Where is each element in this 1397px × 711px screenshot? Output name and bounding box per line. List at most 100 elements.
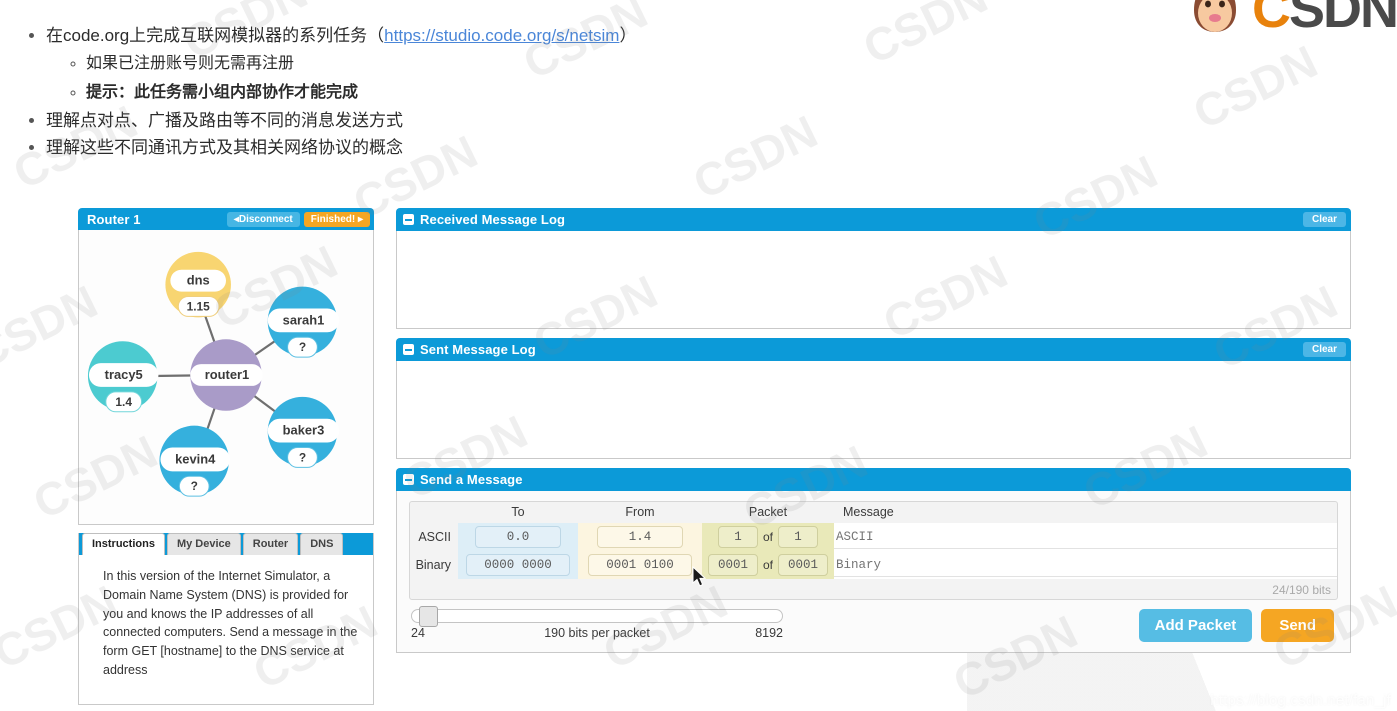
clear-received-log-button[interactable]: Clear: [1302, 212, 1346, 227]
svg-text:router1: router1: [205, 367, 249, 382]
row-label-binary: Binary: [415, 558, 451, 572]
add-packet-button[interactable]: Add Packet: [1138, 609, 1253, 642]
column-header-to: To: [511, 505, 525, 519]
tab-dns[interactable]: DNS: [300, 533, 344, 555]
svg-text:1.15: 1.15: [187, 299, 211, 313]
bit-counter: 24/190 bits: [1272, 583, 1331, 597]
sent-log-header: Sent Message Log Clear: [396, 338, 1351, 361]
network-graph-svg: dns 1.15 sarah1 ? baker3 ? kevin4 ? trac…: [87, 251, 340, 497]
node-kevin4: kevin4 ?: [159, 425, 230, 497]
mouse-cursor-icon: [692, 566, 707, 587]
list-item-hint: 提示：此任务需小组内部协作才能完成: [86, 80, 1000, 106]
svg-text:?: ?: [299, 450, 306, 464]
slider-thumb[interactable]: [419, 606, 438, 627]
collapse-icon[interactable]: [403, 344, 414, 355]
received-log-panel: Received Message Log Clear: [396, 208, 1351, 329]
info-tabbar: Instructions My Device Router DNS: [79, 533, 373, 555]
to-input-binary[interactable]: [466, 554, 570, 576]
bullet-text-after: ）: [619, 26, 637, 45]
received-log-title: Received Message Log: [420, 212, 566, 227]
send-controls: 24 8192 190 bits per packet Add Packet S…: [409, 606, 1338, 642]
network-diagram[interactable]: dns 1.15 sarah1 ? baker3 ? kevin4 ? trac…: [78, 230, 374, 525]
bullet-text-before: 在code.org上完成互联网模拟器的系列任务（: [46, 26, 385, 45]
packet-row-binary: Binary of: [410, 551, 1337, 579]
node-tracy5: tracy5 1.4: [87, 341, 159, 413]
router-panel-header: Router 1 ◂Disconnect Finished! ▸: [78, 208, 374, 230]
tab-router[interactable]: Router: [242, 533, 299, 555]
collapse-icon[interactable]: [403, 214, 414, 225]
csdn-logo-accent: C: [1251, 0, 1291, 39]
svg-text:sarah1: sarah1: [283, 312, 325, 327]
info-tabs-panel: Instructions My Device Router DNS In thi…: [78, 533, 374, 705]
to-input-ascii[interactable]: [475, 526, 561, 548]
from-input-ascii[interactable]: [597, 526, 683, 548]
sent-log-title: Sent Message Log: [420, 342, 536, 357]
slider-caption: 190 bits per packet: [544, 626, 650, 640]
bullet-list-level1: 在code.org上完成互联网模拟器的系列任务（https://studio.c…: [0, 23, 1000, 162]
bits-per-packet-slider[interactable]: 24 8192 190 bits per packet: [411, 606, 783, 640]
csdn-wordmark: C SDN: [1252, 0, 1397, 36]
node-router1: router1: [190, 339, 263, 411]
svg-text:dns: dns: [187, 273, 210, 288]
slider-track[interactable]: [411, 609, 783, 623]
node-baker3: baker3 ?: [267, 396, 340, 468]
node-sarah1: sarah1 ?: [267, 286, 340, 358]
csdn-logo: C SDN: [1188, 0, 1397, 40]
message-input-ascii[interactable]: [834, 525, 1337, 549]
packet-header-row: To From Packet Message: [410, 502, 1337, 523]
sent-log-panel: Sent Message Log Clear: [396, 338, 1351, 459]
disconnect-button[interactable]: ◂Disconnect: [226, 211, 300, 227]
received-log-body[interactable]: [396, 231, 1351, 329]
column-header-from: From: [625, 505, 655, 519]
finished-button[interactable]: Finished! ▸: [303, 211, 370, 227]
message-column: Received Message Log Clear Sent Message …: [396, 208, 1351, 662]
router-column: Router 1 ◂Disconnect Finished! ▸ dns 1.1…: [78, 208, 374, 705]
netsim-link[interactable]: https://studio.code.org/s/netsim: [384, 26, 619, 45]
tab-my-device[interactable]: My Device: [166, 533, 241, 555]
csdn-mascot-icon: [1188, 0, 1242, 36]
packet-index-input-binary[interactable]: [707, 554, 758, 576]
svg-text:kevin4: kevin4: [175, 451, 216, 466]
packet-of-label: of: [762, 530, 773, 544]
svg-text:baker3: baker3: [283, 423, 325, 438]
column-header-packet: Packet: [748, 505, 788, 519]
bullet-list-level2: 如果已注册账号则无需再注册 提示：此任务需小组内部协作才能完成: [46, 51, 1000, 106]
watermark-tile: CSDN: [1185, 35, 1326, 139]
list-item: 理解这些不同通讯方式及其相关网络协议的概念: [46, 135, 1000, 161]
packet-of-label: of: [762, 558, 773, 572]
task-list: 在code.org上完成互联网模拟器的系列任务（https://studio.c…: [0, 22, 1000, 163]
packet-fields: To From Packet Message ASCII of: [409, 501, 1338, 600]
send-message-body: To From Packet Message ASCII of: [396, 491, 1351, 653]
send-message-panel: Send a Message To From Packet Message AS…: [396, 468, 1351, 653]
send-message-header: Send a Message: [396, 468, 1351, 491]
watermark-url: https://blog.csdn.net/fan_jf: [1210, 692, 1391, 709]
list-item: 在code.org上完成互联网模拟器的系列任务（https://studio.c…: [46, 23, 1000, 106]
svg-text:?: ?: [191, 479, 198, 493]
svg-text:?: ?: [299, 340, 306, 354]
send-button[interactable]: Send: [1261, 609, 1334, 642]
packet-total-input-binary[interactable]: [778, 554, 828, 576]
clear-sent-log-button[interactable]: Clear: [1302, 342, 1346, 357]
sent-log-body[interactable]: [396, 361, 1351, 459]
node-dns: dns 1.15: [165, 251, 231, 318]
network-nodes: dns 1.15 sarah1 ? baker3 ? kevin4 ? trac…: [87, 251, 340, 497]
list-item: 如果已注册账号则无需再注册: [86, 51, 1000, 77]
router-panel-title: Router 1: [87, 211, 141, 227]
svg-text:1.4: 1.4: [115, 395, 132, 409]
from-input-binary[interactable]: [588, 554, 692, 576]
collapse-icon[interactable]: [403, 474, 414, 485]
send-message-title: Send a Message: [420, 472, 523, 487]
list-item: 理解点对点、广播及路由等不同的消息发送方式: [46, 108, 1000, 134]
internet-simulator: Router 1 ◂Disconnect Finished! ▸ dns 1.1…: [0, 208, 1397, 711]
svg-text:tracy5: tracy5: [105, 367, 143, 382]
packet-index-input-ascii[interactable]: [717, 526, 758, 548]
row-label-ascii: ASCII: [418, 530, 451, 544]
packet-total-input-ascii[interactable]: [778, 526, 818, 548]
column-header-message: Message: [843, 505, 894, 519]
csdn-logo-rest: SDN: [1288, 0, 1397, 39]
tab-instructions[interactable]: Instructions: [82, 533, 165, 555]
instructions-text: In this version of the Internet Simulato…: [103, 569, 358, 677]
received-log-header: Received Message Log Clear: [396, 208, 1351, 231]
message-input-binary[interactable]: [834, 553, 1337, 577]
packet-row-ascii: ASCII of: [410, 523, 1337, 551]
